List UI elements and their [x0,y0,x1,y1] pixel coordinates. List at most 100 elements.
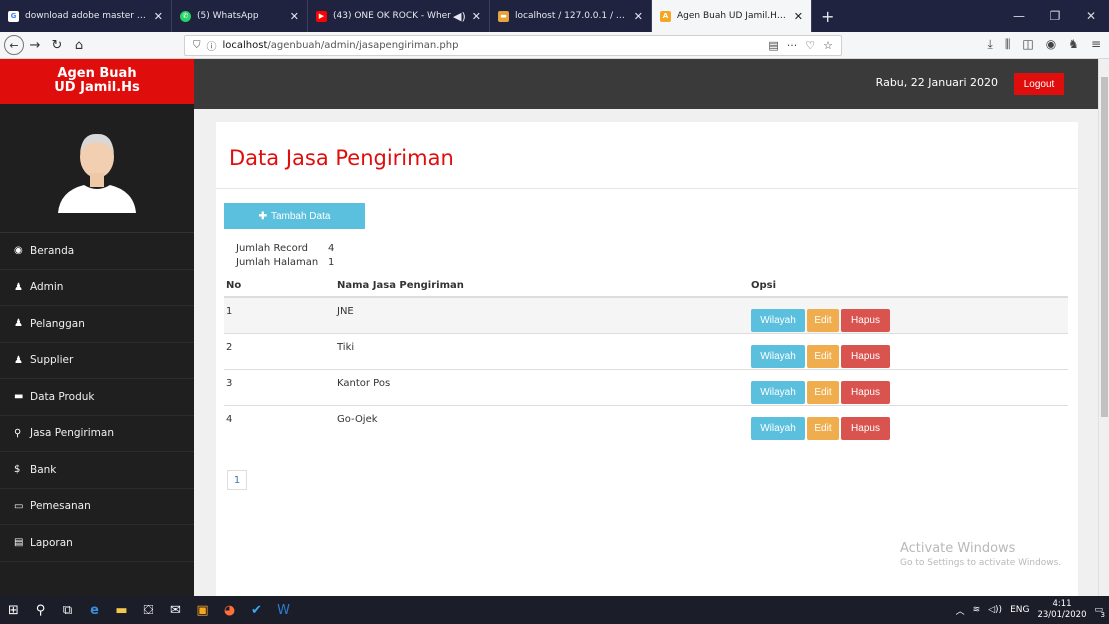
close-tab-icon[interactable]: ✕ [634,10,643,23]
dashboard-icon: ◉ [14,245,23,257]
minimize-icon[interactable]: — [1001,9,1037,23]
language-indicator[interactable]: ENG [1010,605,1029,615]
library-icon[interactable]: ⫼ [1005,37,1011,52]
download-icon[interactable]: ⤓ [988,37,993,52]
reload-icon[interactable]: ↻ [46,38,68,53]
sidebar-item-beranda[interactable]: ◉ Beranda [0,233,194,270]
scrollbar-thumb[interactable] [1101,77,1108,417]
app-topbar: Rabu, 22 Januari 2020 Logout [194,59,1098,109]
sidebar-item-pemesanan[interactable]: ▭ Pemesanan [0,489,194,525]
chevron-up-icon[interactable]: ︿ [956,604,965,617]
bookmark-star-icon[interactable]: ☆ [823,39,833,52]
close-tab-icon[interactable]: ✕ [472,10,481,23]
close-tab-icon[interactable]: ✕ [154,10,163,23]
sidebar-item-data-produk[interactable]: ▬ Data Produk [0,379,194,416]
volume-icon[interactable]: ◁)) [988,605,1002,615]
map-marker-icon: ⚲ [14,427,22,439]
browser-tab[interactable]: ✆ (5) WhatsApp ✕ [172,0,308,32]
tab-title: (5) WhatsApp [197,11,259,21]
browser-tab-active[interactable]: A Agen Buah UD Jamil.Hs - Adm ✕ [652,0,812,32]
plus-icon: ✚ [258,210,267,222]
table-row: 1 JNE Wilayah Edit Hapus [224,296,1068,333]
brand-text: Agen Buah UD Jamil.Hs [54,66,140,95]
search-icon[interactable]: ⚲ [27,596,54,624]
account-icon[interactable]: ◉ [1046,37,1056,52]
edge-icon[interactable]: e [81,596,108,624]
sidebar-toggle-icon[interactable]: ◫ [1022,37,1033,52]
add-data-label: Tambah Data [270,210,331,222]
wilayah-button[interactable]: Wilayah [751,309,805,332]
cell-actions: Wilayah Edit Hapus [751,296,1068,333]
column-header-nama: Nama Jasa Pengiriman [337,275,751,298]
sidebar-item-admin[interactable]: ♟ Admin [0,270,194,306]
more-actions-icon[interactable]: ··· [787,39,798,52]
shield-icon: ⛉ [193,40,201,51]
column-header-no: No [224,275,337,298]
users-icon: ♟ [14,318,23,330]
browser-tab[interactable]: ▶ (43) ONE OK ROCK - Wher ◀) ✕ [308,0,490,32]
forward-arrow-icon[interactable]: → [24,38,46,53]
network-icon[interactable]: ≋ [973,605,981,615]
google-icon: G [8,10,19,22]
pagination-page-1[interactable]: 1 [227,470,247,490]
store-icon[interactable]: ⛋ [135,596,162,624]
browser-tab[interactable]: ▬ localhost / 127.0.0.1 / db_agen ✕ [490,0,652,32]
wilayah-button[interactable]: Wilayah [751,416,805,440]
speaker-icon[interactable]: ◀) [453,10,466,23]
sidebar-item-supplier[interactable]: ♟ Supplier [0,343,194,379]
vscode-icon[interactable]: ✔ [243,596,270,624]
hapus-button[interactable]: Hapus [841,344,890,368]
edit-button[interactable]: Edit [807,344,839,368]
page-count-value: 1 [328,257,335,268]
new-tab-button[interactable]: + [812,0,843,32]
page-title: Data Jasa Pengiriman [229,146,454,170]
close-window-icon[interactable]: ✕ [1073,9,1109,23]
windows-start-icon[interactable]: ⊞ [0,596,27,624]
edit-button[interactable]: Edit [807,309,839,332]
page-scrollbar[interactable] [1098,59,1109,596]
file-explorer-icon[interactable]: ▬ [108,596,135,624]
system-clock[interactable]: 4:11 23/01/2020 [1037,599,1086,621]
pocket-icon[interactable]: ♡ [805,39,815,52]
sidebar-item-label: Laporan [30,536,73,549]
notification-icon[interactable]: ▭ 3 [1094,605,1105,619]
xampp-icon[interactable]: ▣ [189,596,216,624]
users-icon: ♟ [14,354,23,366]
info-icon: ⓘ [206,42,217,53]
sidebar-item-pelanggan[interactable]: ♟ Pelanggan [0,306,194,343]
home-icon[interactable]: ⌂ [68,38,90,53]
add-data-button[interactable]: ✚ Tambah Data [224,203,365,229]
firefox-icon[interactable]: ◕ [216,596,243,624]
wilayah-button[interactable]: Wilayah [751,344,805,368]
table-row: 3 Kantor Pos Wilayah Edit Hapus [224,368,1068,405]
back-arrow-icon[interactable]: ← [4,35,24,55]
reader-view-icon[interactable]: ▤ [768,39,778,52]
hapus-button[interactable]: Hapus [841,309,890,332]
restore-icon[interactable]: ❐ [1037,9,1073,23]
sidebar-item-label: Pelanggan [30,317,85,330]
table-row: 2 Tiki Wilayah Edit Hapus [224,332,1068,369]
sidebar-item-bank[interactable]: $ Bank [0,452,194,489]
mail-icon[interactable]: ✉ [162,596,189,624]
browser-tab[interactable]: G download adobe master cs 3 f ✕ [0,0,172,32]
current-date: Rabu, 22 Januari 2020 [875,76,998,89]
site-favicon-icon: A [660,10,671,22]
close-tab-icon[interactable]: ✕ [794,10,803,23]
sidebar-item-label: Data Produk [30,390,95,403]
edit-button[interactable]: Edit [807,416,839,440]
sidebar-item-jasa-pengiriman[interactable]: ⚲ Jasa Pengiriman [0,416,194,452]
hapus-button[interactable]: Hapus [841,416,890,440]
url-bar[interactable]: ⛉ ⓘ localhost/agenbuah/admin/jasapengiri… [184,35,842,56]
logout-button[interactable]: Logout [1014,73,1064,95]
sidebar-item-laporan[interactable]: ▤ Laporan [0,525,194,562]
extension-icon[interactable]: ♞ [1068,37,1079,52]
menu-icon[interactable]: ≡ [1091,37,1101,52]
task-view-icon[interactable]: ⧉ [54,596,81,624]
wilayah-button[interactable]: Wilayah [751,380,805,404]
close-tab-icon[interactable]: ✕ [290,10,299,23]
hapus-button[interactable]: Hapus [841,380,890,404]
edit-button[interactable]: Edit [807,380,839,404]
word-icon[interactable]: W [270,596,297,624]
brand-logo[interactable]: Agen Buah UD Jamil.Hs [0,59,194,104]
cell-nama: Kantor Pos [337,368,751,405]
